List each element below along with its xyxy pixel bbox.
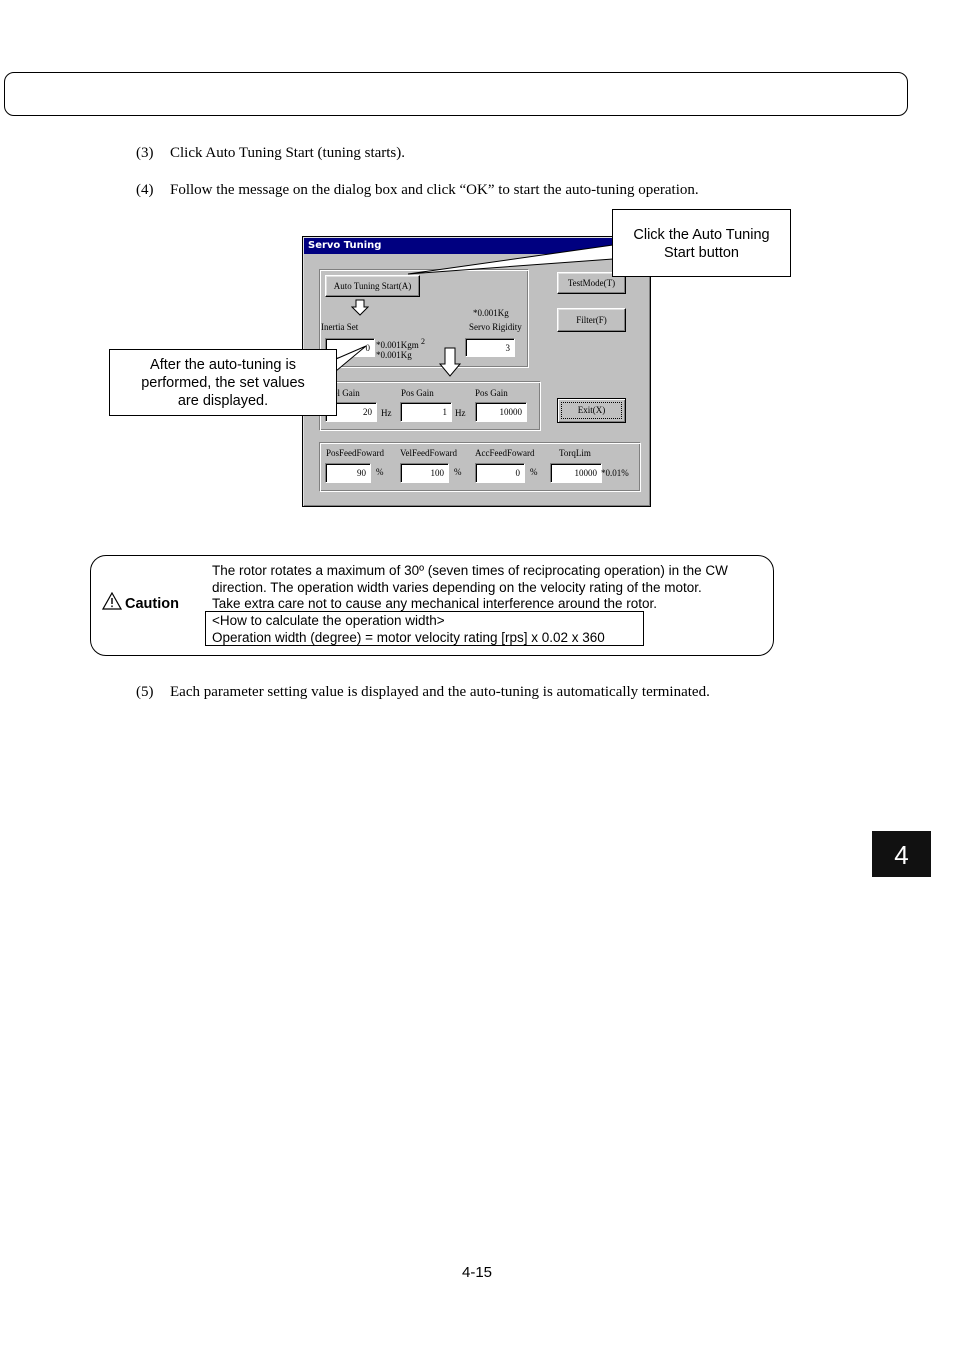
step-5: (5) Each parameter setting value is displ…	[136, 684, 710, 701]
callout-line: Click the Auto Tuning	[633, 227, 770, 243]
caution-line: direction. The operation width varies de…	[212, 580, 702, 595]
callout-line: performed, the set values	[141, 375, 305, 391]
page-number: 4-15	[461, 1264, 493, 1281]
warning-triangle-icon	[102, 592, 122, 610]
caution-label: Caution	[125, 596, 179, 612]
callout-line: After the auto-tuning is	[150, 357, 296, 373]
step-text: Each parameter setting value is displaye…	[170, 684, 710, 700]
callout-line: are displayed.	[177, 393, 269, 409]
auto-tuning-callout-pointer	[407, 244, 614, 275]
calculation-formula: Operation width (degree) = motor velocit…	[212, 630, 605, 645]
after-tuning-callout: After the auto-tuning is performed, the …	[109, 349, 337, 416]
caution-line: The rotor rotates a maximum of 30º (seve…	[212, 563, 728, 578]
calculation-heading: <How to calculate the operation width>	[212, 613, 445, 628]
callout-line: Start button	[664, 245, 739, 261]
auto-tuning-callout: Click the Auto Tuning Start button	[612, 209, 791, 277]
after-tuning-callout-pointer	[335, 345, 367, 372]
step-number: (5)	[136, 684, 154, 700]
chapter-tab: 4	[872, 831, 931, 877]
